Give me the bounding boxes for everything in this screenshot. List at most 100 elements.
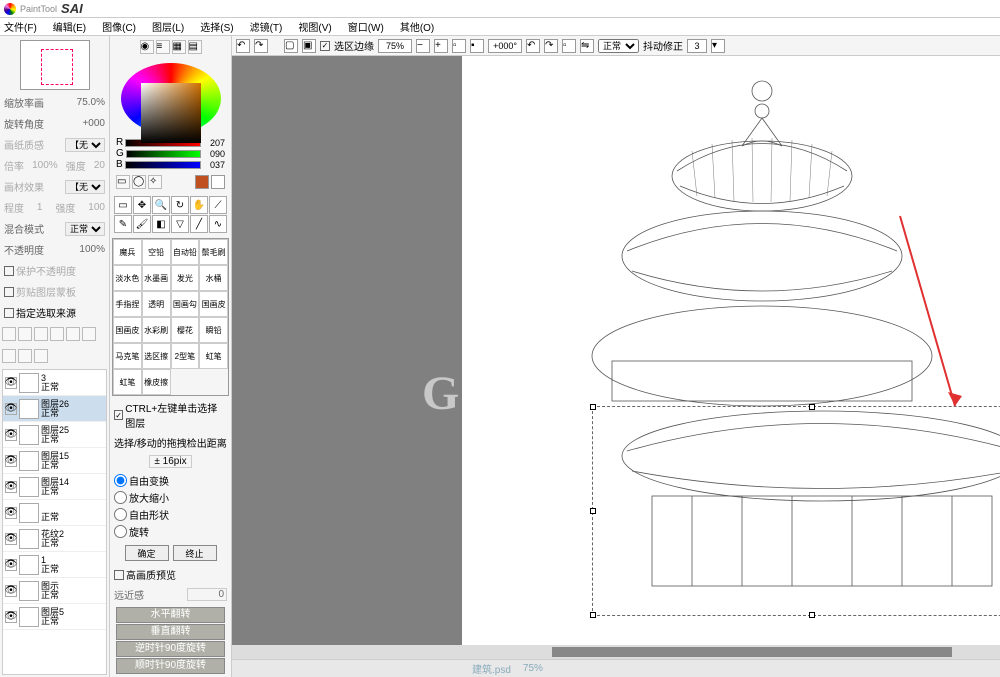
brush-preset[interactable]: 马克笔 bbox=[113, 343, 142, 369]
rgb-sliders-icon[interactable]: ≡ bbox=[156, 40, 170, 54]
merge-down-icon[interactable] bbox=[50, 327, 64, 341]
hq-preview-checkbox[interactable] bbox=[114, 570, 124, 580]
layer-list[interactable]: 👁3正常👁图层26正常👁图层25正常👁图层15正常👁图层14正常👁正常👁花纹2正… bbox=[2, 369, 107, 675]
zoom-reset-icon[interactable]: ▪ bbox=[470, 39, 484, 53]
eyedropper-icon[interactable]: ⟋ bbox=[209, 196, 227, 214]
pencil-icon[interactable]: ✎ bbox=[114, 215, 132, 233]
rotate-icon[interactable]: ↻ bbox=[171, 196, 189, 214]
layer-item[interactable]: 👁图层14正常 bbox=[3, 474, 106, 500]
flatten-icon[interactable] bbox=[66, 327, 80, 341]
invert-icon[interactable]: ▣ bbox=[302, 39, 316, 53]
visibility-icon[interactable]: 👁 bbox=[5, 403, 17, 415]
horizontal-scrollbar[interactable] bbox=[232, 645, 1000, 659]
menu-select[interactable]: 选择(S) bbox=[200, 19, 233, 34]
brush-preset[interactable]: 虹笔 bbox=[113, 369, 142, 395]
color-wheel[interactable] bbox=[121, 63, 221, 134]
layer-item[interactable]: 👁正常 bbox=[3, 500, 106, 526]
menu-layer[interactable]: 图层(L) bbox=[152, 19, 184, 34]
rotate-reset-icon[interactable]: ▫ bbox=[562, 39, 576, 53]
layer-item[interactable]: 👁1正常 bbox=[3, 552, 106, 578]
brush-preset[interactable]: 国画皮 bbox=[199, 291, 228, 317]
effect-select[interactable]: 【无效果】 bbox=[65, 180, 105, 194]
brush-preset[interactable]: 鬃毛刷 bbox=[199, 239, 228, 265]
flip-h-icon[interactable]: ⇋ bbox=[580, 39, 594, 53]
visibility-icon[interactable]: 👁 bbox=[5, 533, 17, 545]
texture-select[interactable]: 【无质感】 bbox=[65, 138, 105, 152]
clipping-mask-checkbox[interactable] bbox=[4, 287, 14, 297]
move-icon[interactable]: ✥ bbox=[133, 196, 151, 214]
confirm-button[interactable]: 确定 bbox=[125, 545, 169, 561]
lasso-icon[interactable]: ◯ bbox=[132, 175, 146, 189]
brush-preset[interactable]: 透明 bbox=[142, 291, 171, 317]
visibility-icon[interactable]: 👁 bbox=[5, 559, 17, 571]
swatches-icon[interactable]: ▤ bbox=[188, 40, 202, 54]
transform-radio[interactable] bbox=[114, 525, 127, 538]
transform-radio[interactable] bbox=[114, 491, 127, 504]
brush-preset[interactable]: 水桶 bbox=[199, 265, 228, 291]
rgb-slider[interactable] bbox=[126, 150, 201, 158]
brush-preset[interactable]: 水彩刷 bbox=[142, 317, 171, 343]
navigator-thumbnail[interactable] bbox=[20, 40, 90, 90]
zoom-icon[interactable]: 🔍 bbox=[152, 196, 170, 214]
transform-action-button[interactable]: 逆时针90度旋转 bbox=[116, 641, 225, 657]
menu-edit[interactable]: 编辑(E) bbox=[53, 19, 86, 34]
redo-icon[interactable]: ↷ bbox=[254, 39, 268, 53]
visibility-icon[interactable]: 👁 bbox=[5, 611, 17, 623]
brush-preset[interactable]: 橡皮擦 bbox=[142, 369, 171, 395]
menu-view[interactable]: 视图(V) bbox=[298, 19, 331, 34]
undo-icon[interactable]: ↶ bbox=[236, 39, 250, 53]
visibility-icon[interactable]: 👁 bbox=[5, 481, 17, 493]
brush-preset[interactable]: 选区擦 bbox=[142, 343, 171, 369]
zoom-input[interactable] bbox=[378, 39, 412, 53]
layer-item[interactable]: 👁图示正常 bbox=[3, 578, 106, 604]
curve-icon[interactable]: ∿ bbox=[209, 215, 227, 233]
desel-icon[interactable]: ▢ bbox=[284, 39, 298, 53]
menu-image[interactable]: 图像(C) bbox=[102, 19, 136, 34]
new-layer-icon[interactable] bbox=[2, 327, 16, 341]
brush-preset[interactable]: 虹笔 bbox=[199, 343, 228, 369]
rotate-ccw-icon[interactable]: ↶ bbox=[526, 39, 540, 53]
zoom-out-icon[interactable]: − bbox=[416, 39, 430, 53]
visibility-icon[interactable]: 👁 bbox=[5, 507, 17, 519]
grid-icon[interactable] bbox=[2, 349, 16, 363]
visibility-icon[interactable]: 👁 bbox=[5, 455, 17, 467]
transform-action-button[interactable]: 水平翻转 bbox=[116, 607, 225, 623]
rgb-slider[interactable] bbox=[125, 161, 201, 169]
clear-layer-icon[interactable] bbox=[82, 327, 96, 341]
layer-item[interactable]: 👁花纹2正常 bbox=[3, 526, 106, 552]
brush-preset[interactable]: 瞬铅 bbox=[199, 317, 228, 343]
angle-input[interactable] bbox=[488, 39, 522, 53]
delete-layer-icon[interactable] bbox=[34, 327, 48, 341]
brush-preset[interactable]: 手指捏 bbox=[113, 291, 142, 317]
brush-preset[interactable]: 2型笔 bbox=[171, 343, 200, 369]
layer-item[interactable]: 👁图层15正常 bbox=[3, 448, 106, 474]
layer-item[interactable]: 👁3正常 bbox=[3, 370, 106, 396]
stabilize-toggle-icon[interactable]: ▾ bbox=[711, 39, 725, 53]
layer-item[interactable]: 👁图层25正常 bbox=[3, 422, 106, 448]
mask-icon[interactable] bbox=[34, 349, 48, 363]
marquee-icon[interactable]: ▭ bbox=[116, 175, 130, 189]
transform-radio[interactable] bbox=[114, 474, 127, 487]
menu-file[interactable]: 文件(F) bbox=[4, 19, 37, 34]
line-icon[interactable]: ╱ bbox=[190, 215, 208, 233]
zoom-in-icon[interactable]: + bbox=[434, 39, 448, 53]
zoom-fit-icon[interactable]: ▫ bbox=[452, 39, 466, 53]
wand-icon[interactable]: ✧ bbox=[148, 175, 162, 189]
ctrl-click-checkbox[interactable]: ✓ bbox=[114, 410, 123, 420]
transform-action-button[interactable]: 顺时针90度旋转 bbox=[116, 658, 225, 674]
palette-icon[interactable]: ▦ bbox=[172, 40, 186, 54]
doc-tab-name[interactable]: 建筑.psd bbox=[472, 661, 511, 676]
brush-preset[interactable]: 自动铅 bbox=[171, 239, 200, 265]
pin-icon[interactable] bbox=[18, 349, 32, 363]
sel-edge-checkbox[interactable]: ✓ bbox=[320, 41, 330, 51]
brush-preset[interactable]: 樱花 bbox=[171, 317, 200, 343]
transform-action-button[interactable]: 垂直翻转 bbox=[116, 624, 225, 640]
eraser-icon[interactable]: ◧ bbox=[152, 215, 170, 233]
hand-icon[interactable]: ✋ bbox=[190, 196, 208, 214]
menu-other[interactable]: 其他(O) bbox=[400, 19, 434, 34]
transform-radio[interactable] bbox=[114, 508, 127, 521]
brush-preset[interactable]: 国画勾 bbox=[171, 291, 200, 317]
brush-preset[interactable]: 魔兵 bbox=[113, 239, 142, 265]
brush-preset[interactable]: 空铅 bbox=[142, 239, 171, 265]
menu-window[interactable]: 窗口(W) bbox=[348, 19, 384, 34]
